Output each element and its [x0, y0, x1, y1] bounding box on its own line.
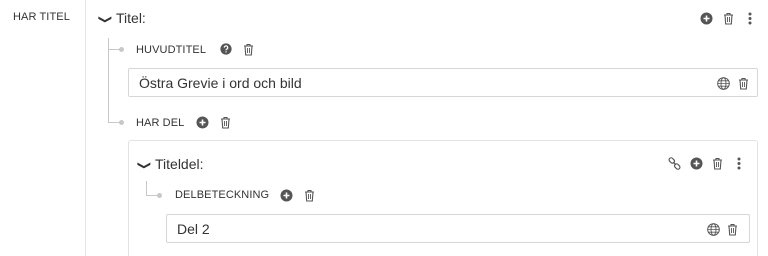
tree-node-dot — [119, 47, 124, 52]
property-label-delbeteckning: DELBETECKNING — [175, 189, 270, 201]
tree-node-dot — [119, 120, 124, 125]
add-icon[interactable] — [690, 157, 703, 170]
add-icon[interactable] — [280, 189, 293, 202]
titeldel-heading: Titeldel: — [155, 156, 204, 172]
trash-icon[interactable] — [727, 223, 738, 236]
title-entity-toggle[interactable]: ❯ — [98, 10, 112, 28]
tree-node-dot — [157, 193, 162, 198]
titeldel-toggle[interactable]: ❯ — [137, 156, 151, 174]
link-icon[interactable] — [668, 157, 681, 170]
property-label-har-del: HAR DEL — [136, 117, 185, 129]
trash-icon[interactable] — [220, 116, 231, 129]
trash-icon[interactable] — [243, 43, 254, 56]
huvudtitel-value: Östra Grevie i ord och bild — [139, 75, 302, 91]
trash-icon[interactable] — [723, 12, 734, 25]
kebab-menu-icon[interactable] — [748, 12, 752, 25]
trash-icon[interactable] — [738, 77, 749, 90]
globe-icon[interactable] — [707, 223, 720, 236]
titeldel-card: ❯ Titeldel: DELBETECKNING Del 2 — [128, 140, 758, 256]
kebab-menu-icon[interactable] — [737, 157, 741, 170]
add-icon[interactable] — [196, 116, 209, 129]
tree-line-vertical — [146, 181, 147, 195]
delbeteckning-value: Del 2 — [177, 221, 210, 237]
trash-icon[interactable] — [304, 189, 315, 202]
column-divider — [85, 0, 86, 256]
tree-line-vertical — [108, 38, 109, 123]
trash-icon[interactable] — [712, 157, 723, 170]
huvudtitel-value-field[interactable]: Östra Grevie i ord och bild — [128, 68, 758, 97]
help-circle-icon[interactable] — [220, 43, 232, 55]
delbeteckning-value-field[interactable]: Del 2 — [166, 214, 750, 243]
chevron-down-icon: ❯ — [136, 160, 152, 171]
title-entity-heading: Titel: — [116, 10, 146, 26]
property-label-huvudtitel: HUVUDTITEL — [136, 44, 207, 56]
globe-icon[interactable] — [717, 77, 730, 90]
add-icon[interactable] — [700, 12, 713, 25]
chevron-down-icon: ❯ — [97, 14, 113, 25]
property-label-har-titel: HAR TITEL — [13, 11, 70, 23]
